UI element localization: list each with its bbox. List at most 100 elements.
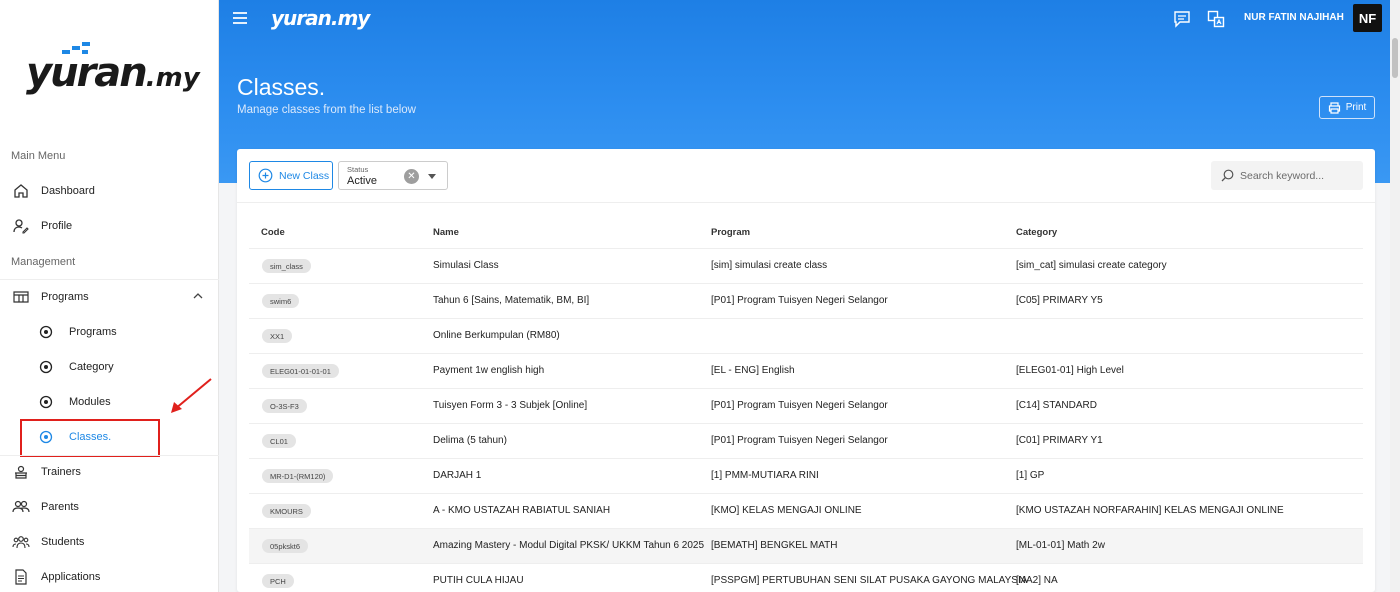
classes-card: New Class Status Active ✕ Code Name Prog… [237,149,1375,592]
printer-icon [1328,101,1340,114]
sidebar-item-programs-group[interactable]: Programs [0,279,219,314]
status-select-label: Status [347,165,369,174]
class-name: Online Berkumpulan (RM80) [433,330,560,341]
code-chip: PCH [262,574,294,588]
sidebar: yuran.my Main Menu Dashboard Profile Man… [0,0,219,592]
table-row[interactable]: swim6 Tahun 6 [Sains, Matematik, BM, BI]… [249,284,1363,319]
search-input[interactable] [1240,169,1355,182]
class-category: [ELEG01-01] High Level [1016,365,1124,376]
sidebar-item-parents[interactable]: Parents [0,489,219,524]
class-name: A - KMO USTAZAH RABIATUL SANIAH [433,505,611,516]
table-row[interactable]: 05pkskt6 Amazing Mastery - Modul Digital… [249,529,1363,564]
radio-dot-icon [36,357,56,377]
class-program: [P01] Program Tuisyen Negeri Selangor [711,435,888,446]
scrollbar-thumb[interactable] [1392,38,1398,78]
table-row[interactable]: O-3S-F3 Tuisyen Form 3 - 3 Subjek [Onlin… [249,389,1363,424]
new-class-label: New Class [279,169,330,182]
class-category: [KMO USTAZAH NORFARAHIN] KELAS MENGAJI O… [1016,505,1284,516]
plus-circle-icon [258,168,273,183]
sidebar-item-profile[interactable]: Profile [0,208,219,243]
user-edit-icon [11,216,31,236]
table-row[interactable]: CL01 Delima (5 tahun) [P01] Program Tuis… [249,424,1363,459]
brand-text: yuran.my [271,6,370,30]
class-name: Tahun 6 [Sains, Matematik, BM, BI] [433,295,590,306]
page-subtitle: Manage classes from the list below [237,104,416,116]
sidebar-item-label: Programs [41,290,89,303]
sidebar-item-trainers[interactable]: Trainers [0,454,219,489]
search-box[interactable] [1211,161,1363,190]
sidebar-item-label: Modules [69,395,111,408]
code-chip: KMOURS [262,504,311,518]
class-program: [KMO] KELAS MENGAJI ONLINE [711,505,862,516]
class-category: [1] GP [1016,470,1045,481]
class-category: [C01] PRIMARY Y1 [1016,435,1103,446]
group-icon [11,532,31,552]
table-header: Code Name Program Category [249,214,1363,249]
radio-dot-icon [36,392,56,412]
column-header-category[interactable]: Category [1016,227,1057,238]
clear-icon[interactable]: ✕ [404,169,419,184]
page-scrollbar[interactable] [1390,0,1400,592]
class-name: Simulasi Class [433,260,499,271]
sidebar-item-label: Category [69,360,114,373]
document-icon [11,567,31,587]
sidebar-item-label: Programs [69,325,117,338]
code-chip: swim6 [262,294,300,308]
class-program: [EL - ENG] English [711,365,795,376]
users-icon [11,497,31,517]
column-header-code[interactable]: Code [261,227,285,238]
language-icon[interactable] [1207,10,1225,28]
logo-text: yuran.my [26,50,200,96]
class-name: Tuisyen Form 3 - 3 Subjek [Online] [433,400,588,411]
code-chip: CL01 [262,434,296,448]
class-category: [sim_cat] simulasi create category [1016,260,1167,271]
classes-table: Code Name Program Category sim_class Sim… [249,214,1363,592]
class-program: [sim] simulasi create class [711,260,828,271]
avatar[interactable]: NF [1353,4,1382,32]
status-select[interactable]: Status Active ✕ [338,161,448,190]
user-name[interactable]: NUR FATIN NAJIHAH [1244,12,1344,23]
sidebar-item-applications[interactable]: Applications [0,559,219,592]
class-program: [BEMATH] BENGKEL MATH [711,540,838,551]
sidebar-item-label: Trainers [41,465,81,478]
code-chip: sim_class [262,259,311,273]
caret-down-icon[interactable] [428,174,436,179]
section-main-menu: Main Menu [11,150,66,162]
class-program: [1] PMM-MUTIARA RINI [711,470,819,481]
code-chip: O-3S-F3 [262,399,307,413]
brand-logo[interactable]: yuran.my [271,6,370,30]
sidebar-item-label: Dashboard [41,184,95,197]
table-row[interactable]: XX1 Online Berkumpulan (RM80) [249,319,1363,354]
table-row[interactable]: ELEG01-01-01-01 Payment 1w english high … [249,354,1363,389]
new-class-button[interactable]: New Class [249,161,333,190]
hamburger-menu-icon[interactable] [233,12,247,24]
yuran-logo[interactable]: yuran.my [22,42,202,102]
class-name: DARJAH 1 [433,470,482,481]
class-name: PUTIH CULA HIJAU [433,575,524,586]
search-icon [1221,169,1234,182]
class-name: Delima (5 tahun) [433,435,507,446]
table-row[interactable]: KMOURS A - KMO USTAZAH RABIATUL SANIAH [… [249,494,1363,529]
class-category: [C14] STANDARD [1016,400,1097,411]
table-row[interactable]: MR-D1-(RM120) DARJAH 1 [1] PMM-MUTIARA R… [249,459,1363,494]
home-icon [11,181,31,201]
annotation-arrow-icon [171,378,212,413]
chat-icon[interactable] [1173,10,1191,28]
sidebar-item-programs[interactable]: Programs [0,314,219,349]
table-row[interactable]: PCH PUTIH CULA HIJAU [PSSPGM] PERTUBUHAN… [249,564,1363,592]
column-header-name[interactable]: Name [433,227,459,238]
chevron-up-icon [193,293,203,299]
class-program: [P01] Program Tuisyen Negeri Selangor [711,400,888,411]
class-program: [P01] Program Tuisyen Negeri Selangor [711,295,888,306]
print-button[interactable]: Print [1319,96,1375,119]
class-category: [ML-01-01] Math 2w [1016,540,1105,551]
sidebar-item-dashboard[interactable]: Dashboard [0,173,219,208]
table-row[interactable]: sim_class Simulasi Class [sim] simulasi … [249,249,1363,284]
sidebar-item-students[interactable]: Students [0,524,219,559]
class-category: [NA2] NA [1016,575,1058,586]
section-management: Management [11,256,76,268]
sidebar-item-label: Applications [41,570,101,583]
status-select-value: Active [347,175,377,187]
class-name: Payment 1w english high [433,365,545,376]
column-header-program[interactable]: Program [711,227,750,238]
